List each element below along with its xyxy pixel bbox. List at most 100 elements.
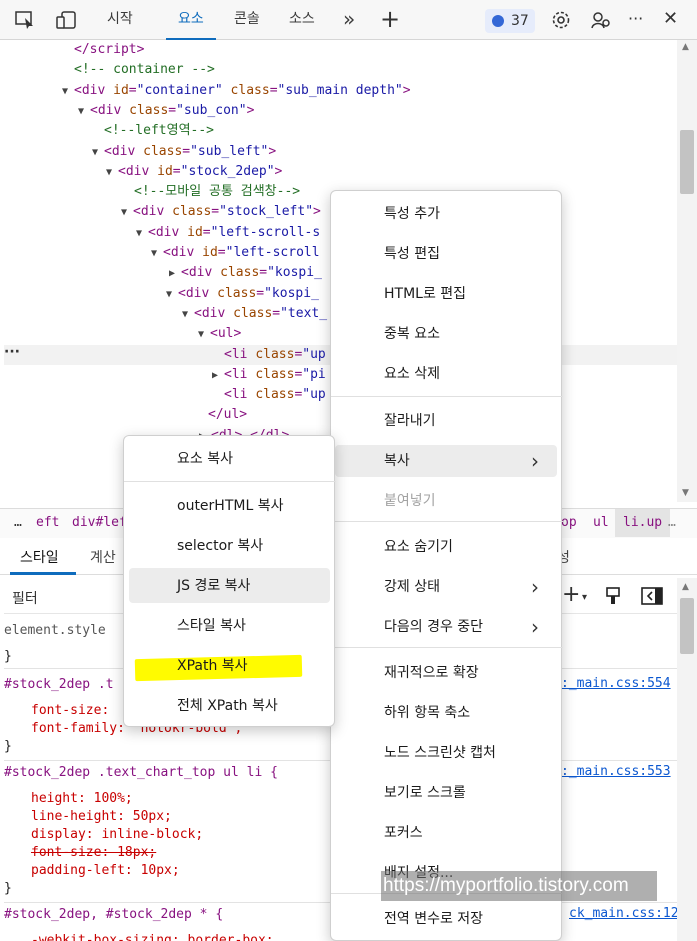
css-property[interactable]: height: 100%; (31, 790, 133, 808)
styles-scroll-thumb[interactable] (680, 598, 694, 654)
devtools-toolbar: 시작 요소 콘솔 소스 » + 37 ··· ✕ (0, 0, 697, 40)
menu-break-on[interactable]: 다음의 경우 중단 › (331, 607, 563, 647)
breadcrumb-overflow[interactable]: … (14, 515, 22, 530)
scroll-up-arrow-icon[interactable]: ▲ (682, 42, 689, 52)
more-tabs-icon[interactable]: » (343, 0, 355, 40)
css-property[interactable]: display: inline-block; (31, 826, 203, 844)
issues-count: 37 (511, 13, 529, 29)
breadcrumb-item[interactable]: ul (593, 515, 609, 530)
menu-item-label: 특성 편집 (384, 246, 440, 262)
context-menu: 특성 추가특성 편집 HTML로 편집중복 요소요소 삭제잘라내기 복사 › 붙여넣기요… (330, 190, 563, 941)
dom-node[interactable]: ▼ <div class="sub_con"> (4, 101, 677, 121)
element-style-selector[interactable]: element.style (4, 622, 106, 640)
source-link[interactable]: ck_main.css:12 (569, 906, 677, 921)
settings-gear-icon[interactable] (550, 9, 572, 31)
menu-item-label: 재귀적으로 확장 (384, 665, 479, 681)
dom-node[interactable]: ▼ <div id="stock_2dep"> (4, 162, 677, 182)
elements-scroll-thumb[interactable] (680, 130, 694, 194)
breadcrumb-item[interactable]: op (561, 515, 577, 530)
breadcrumb-overflow-end[interactable]: … (668, 515, 676, 530)
submenu-copy-outerhtml[interactable]: outerHTML 복사 (124, 486, 336, 526)
menu-item-label: 다음의 경우 중단 (384, 619, 484, 635)
element-state-brush-icon[interactable] (604, 587, 622, 605)
customize-profile-icon[interactable] (590, 9, 612, 31)
dom-node[interactable]: <!-- container --> (4, 60, 677, 80)
source-link[interactable]: :_main.css:554 (561, 676, 671, 691)
toggle-sidebar-icon[interactable] (641, 587, 663, 605)
menu-edit-attribute[interactable]: 특성 편집 (331, 234, 563, 274)
menu-collapse-children[interactable]: 하위 항목 축소 (331, 693, 563, 733)
scroll-down-arrow-icon[interactable]: ▼ (682, 488, 689, 498)
menu-expand-recursively[interactable]: 재귀적으로 확장 (331, 653, 563, 693)
menu-store-as-global-variable[interactable]: 전역 변수로 저장 (331, 899, 563, 939)
dom-node[interactable]: </script> (4, 40, 677, 60)
breadcrumb-item[interactable]: eft (36, 515, 59, 530)
menu-scroll-into-view[interactable]: 보기로 스크롤 (331, 773, 563, 813)
menu-capture-node-screenshot[interactable]: 노드 스크린샷 캡처 (331, 733, 563, 773)
more-options-icon[interactable]: ··· (628, 0, 643, 40)
tab-welcome[interactable]: 시작 (107, 0, 133, 40)
css-property[interactable]: -webkit-box-sizing: border-box; (31, 932, 274, 941)
submenu-copy-element[interactable]: 요소 복사 (124, 439, 336, 479)
menu-item-label: outerHTML 복사 (177, 498, 284, 514)
dom-node[interactable]: ▼ <div class="sub_left"> (4, 142, 677, 162)
menu-focus[interactable]: 포커스 (331, 813, 563, 853)
elements-scrollbar[interactable]: ▲ ▼ (677, 40, 697, 502)
menu-item-label: JS 경로 복사 (177, 578, 251, 594)
css-property-overridden[interactable]: font-size: 18px; (31, 844, 156, 862)
menu-item-label: 전역 변수로 저장 (384, 911, 484, 927)
tab-sources[interactable]: 소스 (289, 0, 315, 40)
rule-selector[interactable]: #stock_2dep .text_chart_top ul li { (4, 764, 278, 782)
add-tab-icon[interactable]: + (380, 0, 400, 40)
copy-submenu: 요소 복사 outerHTML 복사 selector 복사 JS 경로 복사스타일 … (123, 435, 336, 727)
new-style-rule-icon[interactable]: + (562, 582, 580, 607)
menu-add-attribute[interactable]: 특성 추가 (331, 194, 563, 234)
breadcrumb-item-current[interactable]: li.up (615, 509, 671, 537)
node-actions-dots[interactable]: ··· (4, 344, 20, 360)
new-rule-dropdown-icon[interactable]: ▾ (582, 592, 587, 603)
tab-styles[interactable]: 스타일 (20, 547, 59, 567)
menu-force-state[interactable]: 강제 상태 › (331, 567, 563, 607)
css-property[interactable]: padding-left: 10px; (31, 862, 180, 880)
rule-selector[interactable]: #stock_2dep .t (4, 676, 114, 694)
tab-computed[interactable]: 계산 (90, 547, 116, 567)
menu-item-label: 특성 추가 (384, 206, 440, 222)
styles-scrollbar[interactable]: ▲ (677, 578, 697, 941)
submenu-copy-selector[interactable]: selector 복사 (124, 526, 336, 566)
rule-selector[interactable]: #stock_2dep, #stock_2dep * { (4, 906, 223, 924)
menu-item-label: 중복 요소 (384, 326, 440, 342)
menu-item-label: HTML로 편집 (384, 286, 467, 302)
dom-node[interactable]: <!--left영역--> (4, 121, 677, 141)
tab-elements[interactable]: 요소 (166, 0, 216, 40)
menu-delete-element[interactable]: 요소 삭제 (331, 354, 563, 394)
menu-item-label: 요소 삭제 (384, 366, 440, 382)
scroll-up-arrow-icon[interactable]: ▲ (682, 582, 689, 592)
menu-duplicate-element[interactable]: 중복 요소 (331, 314, 563, 354)
submenu-copy-styles[interactable]: 스타일 복사 (124, 606, 336, 646)
device-emulation-icon[interactable] (55, 9, 77, 31)
close-brace: } (4, 739, 12, 754)
submenu-copy-js-path[interactable]: JS 경로 복사 (124, 566, 336, 606)
filter-input[interactable]: 필터 (12, 588, 38, 608)
source-link[interactable]: :_main.css:553 (561, 764, 671, 779)
menu-item-label: 스타일 복사 (177, 618, 246, 634)
menu-item-label: 요소 복사 (177, 451, 233, 467)
chevron-right-icon: › (531, 615, 539, 639)
menu-cut[interactable]: 잘라내기 (331, 401, 563, 441)
issues-badge[interactable]: 37 (485, 9, 535, 33)
close-devtools-icon[interactable]: ✕ (663, 0, 678, 40)
tab-console[interactable]: 콘솔 (234, 0, 260, 40)
menu-paste[interactable]: 붙여넣기 (331, 481, 563, 521)
css-property[interactable]: font-size: (31, 702, 109, 720)
menu-separator (331, 396, 563, 397)
dom-node[interactable]: ▼ <div id="container" class="sub_main dep… (4, 81, 677, 101)
menu-edit-as-html[interactable]: HTML로 편집 (331, 274, 563, 314)
css-property[interactable]: line-height: 50px; (31, 808, 172, 826)
submenu-copy-full-xpath[interactable]: 전체 XPath 복사 (124, 686, 336, 726)
submenu-copy-xpath[interactable]: XPath 복사 (124, 646, 336, 686)
menu-item-label: 노드 스크린샷 캡처 (384, 745, 496, 761)
menu-item-label: 하위 항목 축소 (384, 705, 471, 721)
inspect-element-icon[interactable] (14, 9, 36, 31)
menu-copy[interactable]: 복사 › (331, 441, 563, 481)
menu-hide-element[interactable]: 요소 숨기기 (331, 527, 563, 567)
